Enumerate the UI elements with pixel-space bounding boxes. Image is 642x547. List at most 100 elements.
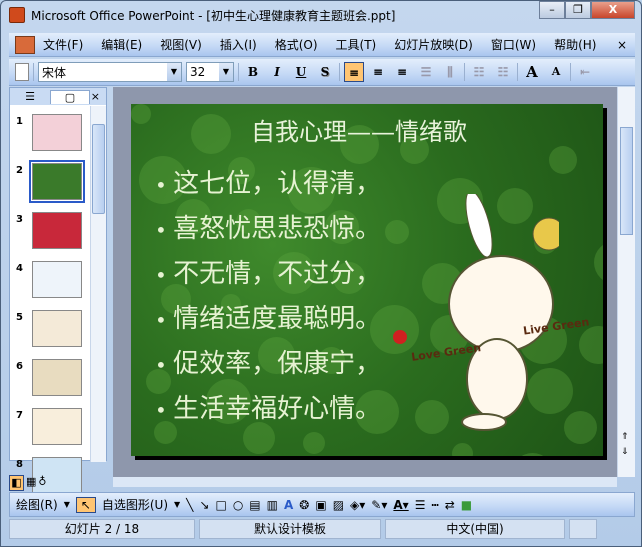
wordart-icon[interactable]: A — [284, 498, 293, 512]
rectangle-icon[interactable]: □ — [215, 498, 226, 512]
vertical-textbox-icon[interactable]: ▥ — [267, 498, 278, 512]
line-color-icon[interactable]: ✎▾ — [371, 498, 387, 512]
textbox-icon[interactable]: ▤ — [249, 498, 260, 512]
scroll-thumb[interactable] — [92, 124, 105, 214]
vertical-text-icon[interactable]: ⫼ — [440, 62, 460, 82]
view-buttons: ◧ ▦ ♁ — [9, 475, 107, 491]
tab-slides[interactable]: ▢ — [50, 89, 90, 104]
font-select[interactable]: 宋体 ▼ — [38, 62, 182, 82]
scroll-thumb[interactable] — [620, 127, 633, 235]
align-left-button[interactable]: ≡ — [344, 62, 364, 82]
menu-help[interactable]: 帮助(H) — [554, 36, 596, 53]
normal-view-icon[interactable]: ◧ — [9, 475, 24, 491]
restore-button[interactable]: ❐ — [565, 1, 591, 19]
align-right-button[interactable]: ≡ — [392, 62, 412, 82]
slide-thumbnail[interactable] — [32, 261, 82, 298]
language: 中文(中国) — [385, 519, 565, 539]
diagram-icon[interactable]: ❂ — [299, 498, 309, 512]
decrease-font-button[interactable]: A — [546, 62, 566, 82]
menu-insert[interactable]: 插入(I) — [220, 36, 257, 53]
shadow-button[interactable]: S — [315, 62, 335, 82]
font-size-value: 32 — [190, 65, 206, 79]
align-center-button[interactable]: ≡ — [368, 62, 388, 82]
document-icon — [15, 35, 35, 54]
clipart-icon[interactable]: ▣ — [315, 498, 326, 512]
bullet-item: 喜怒忧思悲恐惊。 — [155, 207, 381, 252]
slide-thumbnail[interactable] — [32, 114, 82, 151]
horizontal-scrollbar[interactable] — [113, 477, 617, 487]
line-icon[interactable]: ╲ — [186, 498, 193, 512]
slideshow-icon[interactable]: ♁ — [38, 475, 46, 491]
draw-menu-button[interactable]: 绘图(R) — [16, 496, 58, 513]
font-value: 宋体 — [42, 65, 67, 80]
previous-slide-icon[interactable]: ⇑ — [621, 432, 629, 442]
window-title: Microsoft Office PowerPoint - [初中生心理健康教育… — [31, 8, 396, 23]
minimize-button[interactable]: – — [539, 1, 565, 19]
underline-button[interactable]: U — [291, 62, 311, 82]
new-document-icon[interactable] — [15, 63, 29, 81]
bullet-item: 情绪适度最聪明。 — [155, 297, 381, 342]
slide-thumbnail[interactable] — [32, 359, 82, 396]
slide-thumbnail[interactable] — [32, 310, 82, 347]
slide-number: 1 — [16, 116, 23, 127]
slide-canvas[interactable]: 自我心理——情绪歌 这七位，认得清， 喜怒忧思悲恐惊。 不无情，不过分， 情绪适… — [131, 104, 603, 456]
font-color-icon[interactable]: A▾ — [393, 498, 408, 512]
tab-outline[interactable]: ☰ — [10, 90, 50, 103]
bold-button[interactable]: B — [243, 62, 263, 82]
menu-file[interactable]: 文件(F) — [43, 36, 83, 53]
clover-decoration — [452, 443, 473, 456]
autoshapes-button[interactable]: 自选图形(U) — [102, 496, 168, 513]
title-bar: Microsoft Office PowerPoint - [初中生心理健康教育… — [1, 1, 641, 29]
line-style-icon[interactable]: ☰ — [415, 498, 426, 512]
increase-font-button[interactable]: A — [522, 62, 542, 82]
slide-number: 4 — [16, 263, 23, 274]
close-document-icon[interactable]: × — [617, 38, 627, 52]
bullet-item: 不无情，不过分， — [155, 252, 381, 297]
shadow-style-icon[interactable]: ■ — [461, 498, 472, 512]
slide-bullets[interactable]: 这七位，认得清， 喜怒忧思悲恐惊。 不无情，不过分， 情绪适度最聪明。 促效率，… — [155, 162, 381, 432]
font-size-select[interactable]: 32 ▼ — [186, 62, 234, 82]
next-slide-icon[interactable]: ⇓ — [621, 447, 629, 457]
menu-slideshow[interactable]: 幻灯片放映(D) — [394, 36, 473, 53]
menu-format[interactable]: 格式(O) — [275, 36, 318, 53]
bullet-item: 促效率，保康宁， — [155, 342, 381, 387]
fill-color-icon[interactable]: ◈▾ — [350, 498, 365, 512]
clover-decoration — [512, 453, 553, 456]
clover-decoration — [549, 146, 577, 174]
arrow-style-icon[interactable]: ⇄ — [445, 498, 455, 512]
slide-thumbnail[interactable] — [32, 408, 82, 445]
slide-sorter-icon[interactable]: ▦ — [26, 475, 36, 491]
decrease-indent-icon[interactable]: ⇤ — [575, 62, 595, 82]
menu-edit[interactable]: 编辑(E) — [101, 36, 142, 53]
dash-style-icon[interactable]: ┅ — [431, 498, 438, 512]
powerpoint-icon — [9, 7, 25, 23]
oval-icon[interactable]: ○ — [233, 498, 243, 512]
close-panel-icon[interactable]: × — [91, 90, 100, 103]
select-pointer-icon[interactable]: ↖ — [75, 496, 96, 513]
slide-title[interactable]: 自我心理——情绪歌 — [251, 112, 467, 147]
slide-thumbnail[interactable] — [32, 212, 82, 249]
numbering-icon[interactable]: ☷ — [469, 62, 489, 82]
menu-view[interactable]: 视图(V) — [160, 36, 202, 53]
slide-thumbnail[interactable] — [29, 160, 85, 203]
menu-window[interactable]: 窗口(W) — [491, 36, 536, 53]
bullets-icon[interactable]: ☷ — [493, 62, 513, 82]
clover-decoration — [131, 104, 151, 124]
menu-tools[interactable]: 工具(T) — [336, 36, 377, 53]
menu-bar: 文件(F) 编辑(E) 视图(V) 插入(I) 格式(O) 工具(T) 幻灯片放… — [9, 33, 635, 57]
clover-decoration — [303, 432, 325, 454]
close-button[interactable]: X — [591, 1, 635, 19]
drawing-toolbar: 绘图(R) ▼ ↖ 自选图形(U) ▼ ╲ ↘ □ ○ ▤ ▥ A ❂ ▣ ▨ ◈▾… — [9, 492, 635, 517]
clover-decoration — [385, 220, 409, 244]
clover-decoration — [579, 326, 603, 364]
arrow-icon[interactable]: ↘ — [199, 498, 209, 512]
picture-icon[interactable]: ▨ — [333, 498, 344, 512]
distribute-icon[interactable]: ☰ — [416, 62, 436, 82]
panel-scrollbar[interactable] — [90, 106, 106, 462]
chevron-down-icon[interactable]: ▼ — [219, 63, 233, 81]
clover-decoration — [191, 114, 231, 154]
status-bar: 幻灯片 2 / 18 默认设计模板 中文(中国) — [9, 519, 635, 539]
italic-button[interactable]: I — [267, 62, 287, 82]
vertical-scrollbar[interactable]: ⇑ ⇓ — [617, 87, 635, 477]
chevron-down-icon[interactable]: ▼ — [167, 63, 181, 81]
